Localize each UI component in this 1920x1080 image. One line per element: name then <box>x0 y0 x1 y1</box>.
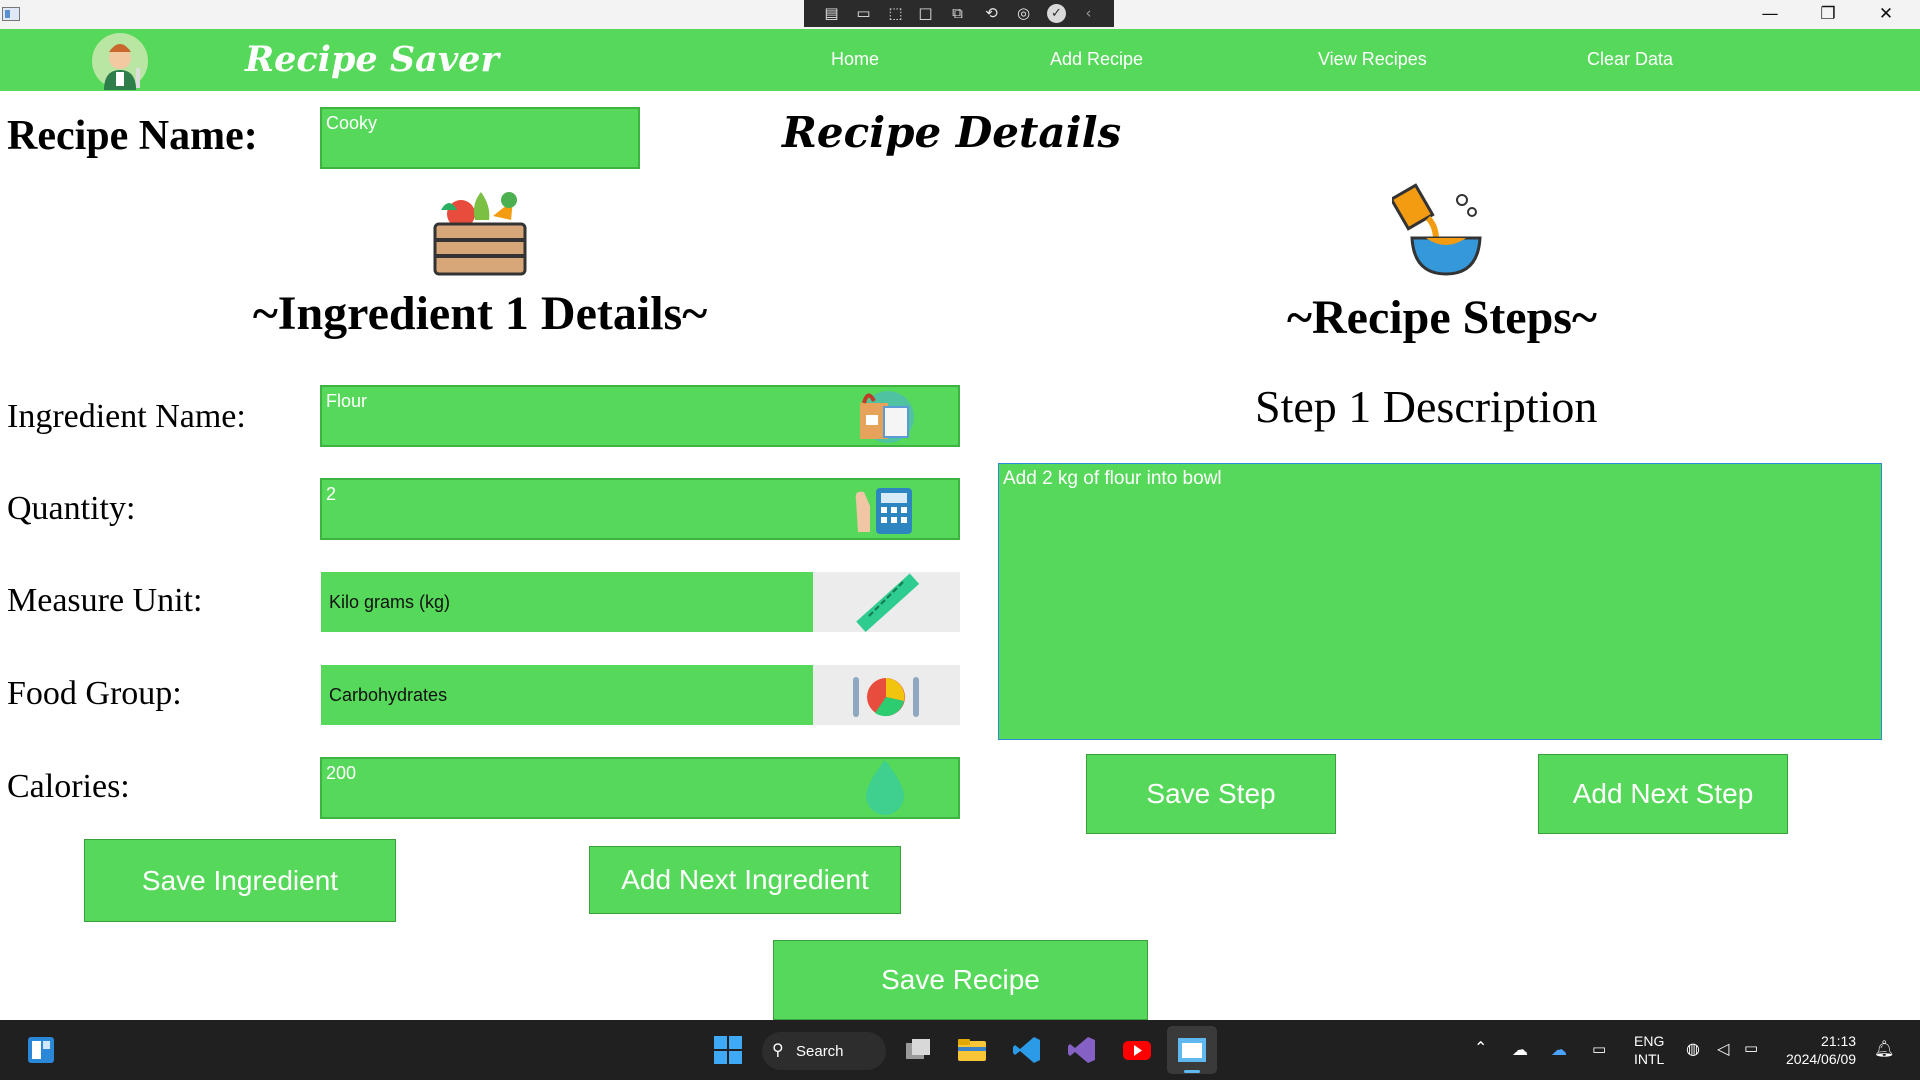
collapse-chevron-icon[interactable]: ‹ <box>1079 4 1098 23</box>
food-group-label: Food Group: <box>7 675 182 712</box>
nav-add-recipe[interactable]: Add Recipe <box>1050 49 1143 70</box>
display-layout-icon[interactable]: □ <box>916 4 935 23</box>
display-icon[interactable]: ▭ <box>1592 1040 1606 1058</box>
nav-view-recipes[interactable]: View Recipes <box>1318 49 1427 70</box>
recipe-name-label: Recipe Name: <box>7 113 258 159</box>
hot-reload-icon[interactable]: ⟲ <box>982 4 1001 23</box>
task-view-icon[interactable] <box>903 1035 933 1065</box>
checkmark-icon[interactable]: ✓ <box>1047 4 1066 23</box>
clock-time: 21:13 <box>1821 1033 1857 1049</box>
nav-home[interactable]: Home <box>831 49 879 70</box>
step-description-label: Step 1 Description <box>1255 381 1598 432</box>
add-next-ingredient-button[interactable]: Add Next Ingredient <box>589 846 901 914</box>
close-button[interactable]: ✕ <box>1857 0 1915 29</box>
search-label: Search <box>796 1042 844 1060</box>
network-icon[interactable]: ◍ <box>1686 1039 1700 1058</box>
search-icon: ⚲ <box>772 1040 784 1059</box>
mixing-bowl-icon <box>1392 183 1482 276</box>
accessibility-icon[interactable]: ◎ <box>1014 4 1033 23</box>
quantity-label: Quantity: <box>7 490 136 527</box>
vegetable-crate-icon <box>433 192 527 276</box>
widgets-icon[interactable] <box>26 1035 56 1065</box>
restore-button[interactable]: ❐ <box>1799 0 1857 29</box>
lang-top: ENG <box>1634 1033 1665 1049</box>
taskbar-search[interactable]: ⚲ Search <box>762 1032 886 1070</box>
select-element-icon[interactable]: ⬚ <box>886 4 905 23</box>
measure-unit-label: Measure Unit: <box>7 582 203 619</box>
calories-label: Calories: <box>7 768 130 805</box>
clock[interactable]: 21:13 2024/06/09 <box>1786 1032 1856 1068</box>
save-recipe-button[interactable]: Save Recipe <box>773 940 1148 1020</box>
language-indicator[interactable]: ENG INTL <box>1634 1032 1664 1068</box>
app-brand: Recipe Saver <box>245 39 499 80</box>
save-ingredient-button[interactable]: Save Ingredient <box>84 839 396 922</box>
grocery-bag-icon <box>860 391 914 443</box>
track-focus-icon[interactable]: ⧉ <box>948 4 967 23</box>
onedrive-blue-icon[interactable]: ☁ <box>1551 1040 1567 1059</box>
step-description-textarea[interactable]: Add 2 kg of flour into bowl <box>998 463 1882 740</box>
save-step-button[interactable]: Save Step <box>1086 754 1336 834</box>
window-titlebar: ▤ ▭ ⬚ □ ⧉ ⟲ ◎ ✓ ‹ — ❐ ✕ <box>0 0 1920 29</box>
food-group-dropdown-area[interactable] <box>813 665 960 725</box>
nav-clear-data[interactable]: Clear Data <box>1587 49 1673 70</box>
chef-avatar-icon <box>92 33 148 90</box>
active-app-highlight[interactable] <box>1167 1026 1217 1074</box>
food-group-select[interactable]: Carbohydrates <box>321 665 813 725</box>
recipe-name-input[interactable]: Cooky <box>320 107 640 169</box>
youtube-icon[interactable] <box>1122 1035 1152 1065</box>
debug-toolbar: ▤ ▭ ⬚ □ ⧉ ⟲ ◎ ✓ ‹ <box>804 0 1114 27</box>
kcal-drop-icon <box>866 760 904 815</box>
notification-bell-icon[interactable]: 🔔︎ <box>1874 1039 1894 1058</box>
app-icon <box>2 7 20 21</box>
measure-unit-select[interactable]: Kilo grams (kg) <box>321 572 813 632</box>
windows-start-icon[interactable] <box>713 1035 743 1065</box>
recipe-details-title: Recipe Details <box>782 108 1122 157</box>
add-next-step-button[interactable]: Add Next Step <box>1538 754 1788 834</box>
live-tree-icon[interactable]: ▤ <box>822 4 841 23</box>
ingredient-section-title: ~Ingredient 1 Details~ <box>252 287 708 340</box>
ingredient-name-label: Ingredient Name: <box>7 398 246 435</box>
calculator-icon <box>855 488 912 534</box>
nutrition-plate-icon <box>853 677 919 717</box>
minimize-button[interactable]: — <box>1741 0 1799 29</box>
ruler-icon <box>856 573 919 632</box>
volume-icon[interactable]: ◁ <box>1717 1039 1729 1058</box>
lang-bottom: INTL <box>1634 1051 1665 1067</box>
record-icon[interactable]: ▭ <box>854 4 873 23</box>
recipe-app-icon <box>1178 1038 1206 1062</box>
vscode-icon[interactable] <box>1012 1035 1042 1065</box>
recipe-steps-title: ~Recipe Steps~ <box>1287 291 1597 344</box>
taskbar: ⚲ Search ⌃ ☁ ☁ ▭ ENG INTL ◍ ◁ ▭ 21:13 20… <box>0 1020 1920 1080</box>
onedrive-cloud-icon[interactable]: ☁ <box>1512 1040 1528 1059</box>
clock-date: 2024/06/09 <box>1786 1051 1857 1067</box>
measure-unit-dropdown-area[interactable] <box>813 572 960 632</box>
show-hidden-icons-chevron-icon[interactable]: ⌃ <box>1474 1038 1487 1057</box>
navbar: Recipe Saver Home Add Recipe View Recipe… <box>0 29 1920 91</box>
battery-icon[interactable]: ▭ <box>1744 1039 1758 1057</box>
file-explorer-icon[interactable] <box>957 1035 987 1065</box>
active-indicator <box>1184 1070 1200 1073</box>
visual-studio-icon[interactable] <box>1067 1035 1097 1065</box>
